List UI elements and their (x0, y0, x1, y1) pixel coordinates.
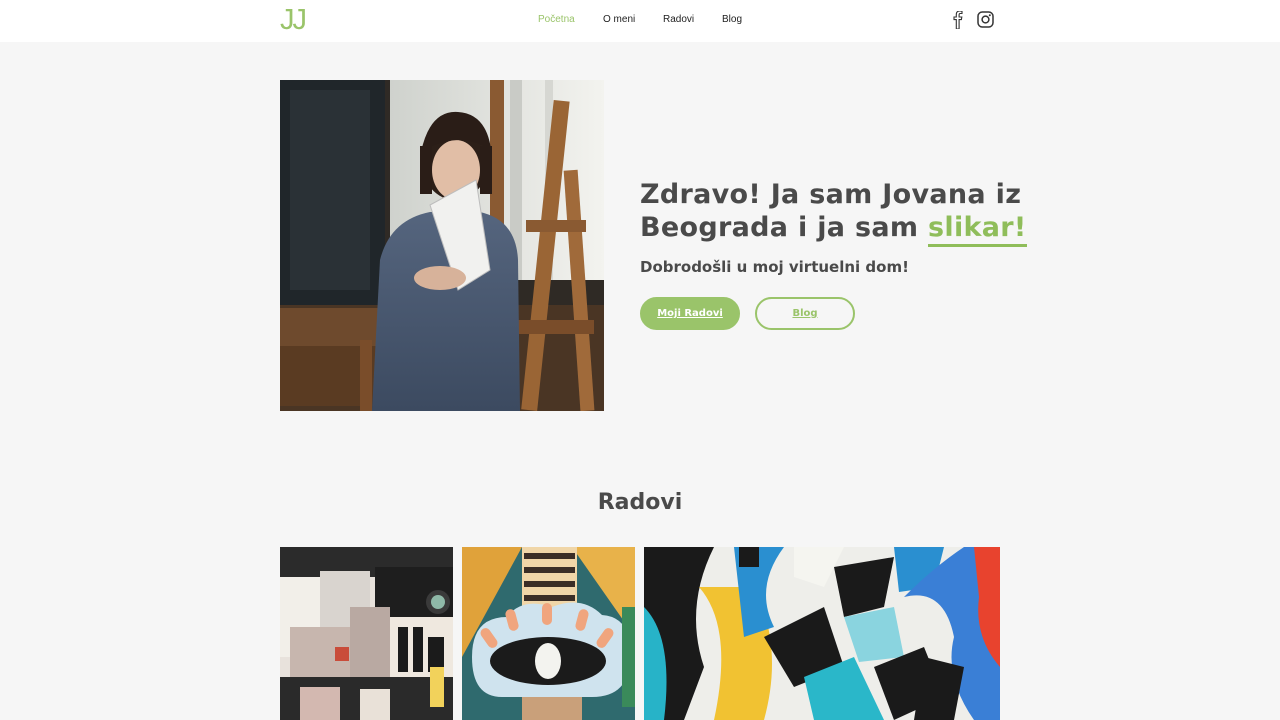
hero-subtitle: Dobrodošli u moj virtuelni dom! (640, 258, 909, 276)
nav-item-pocetna[interactable]: Početna (538, 14, 575, 25)
hero-intro: Zdravo! Ja sam Jovana iz Beograda i ja s… (640, 178, 1040, 330)
blog-button[interactable]: Blog (755, 297, 855, 330)
nav-item-o-meni[interactable]: O meni (603, 14, 635, 25)
instagram-icon[interactable] (977, 11, 994, 32)
facebook-icon[interactable] (950, 10, 966, 33)
artwork-eye-mural-thumbnail[interactable] (462, 547, 635, 720)
hero-headline-accent: slikar! (928, 212, 1027, 247)
my-works-button[interactable]: Moji Radovi (640, 297, 740, 330)
nav-item-blog[interactable]: Blog (722, 14, 742, 25)
works-section-title: Radovi (597, 490, 683, 515)
hero-portrait-image (280, 80, 604, 411)
site-header: JJ Početna O meni Radovi Blog (0, 0, 1280, 42)
site-logo[interactable]: JJ (280, 4, 307, 37)
artwork-abstract-wall-thumbnail[interactable] (644, 547, 1000, 720)
nav-item-radovi[interactable]: Radovi (663, 14, 694, 25)
hero-headline: Zdravo! Ja sam Jovana iz Beograda i ja s… (640, 178, 1040, 247)
artwork-collage-thumbnail[interactable] (280, 547, 453, 720)
